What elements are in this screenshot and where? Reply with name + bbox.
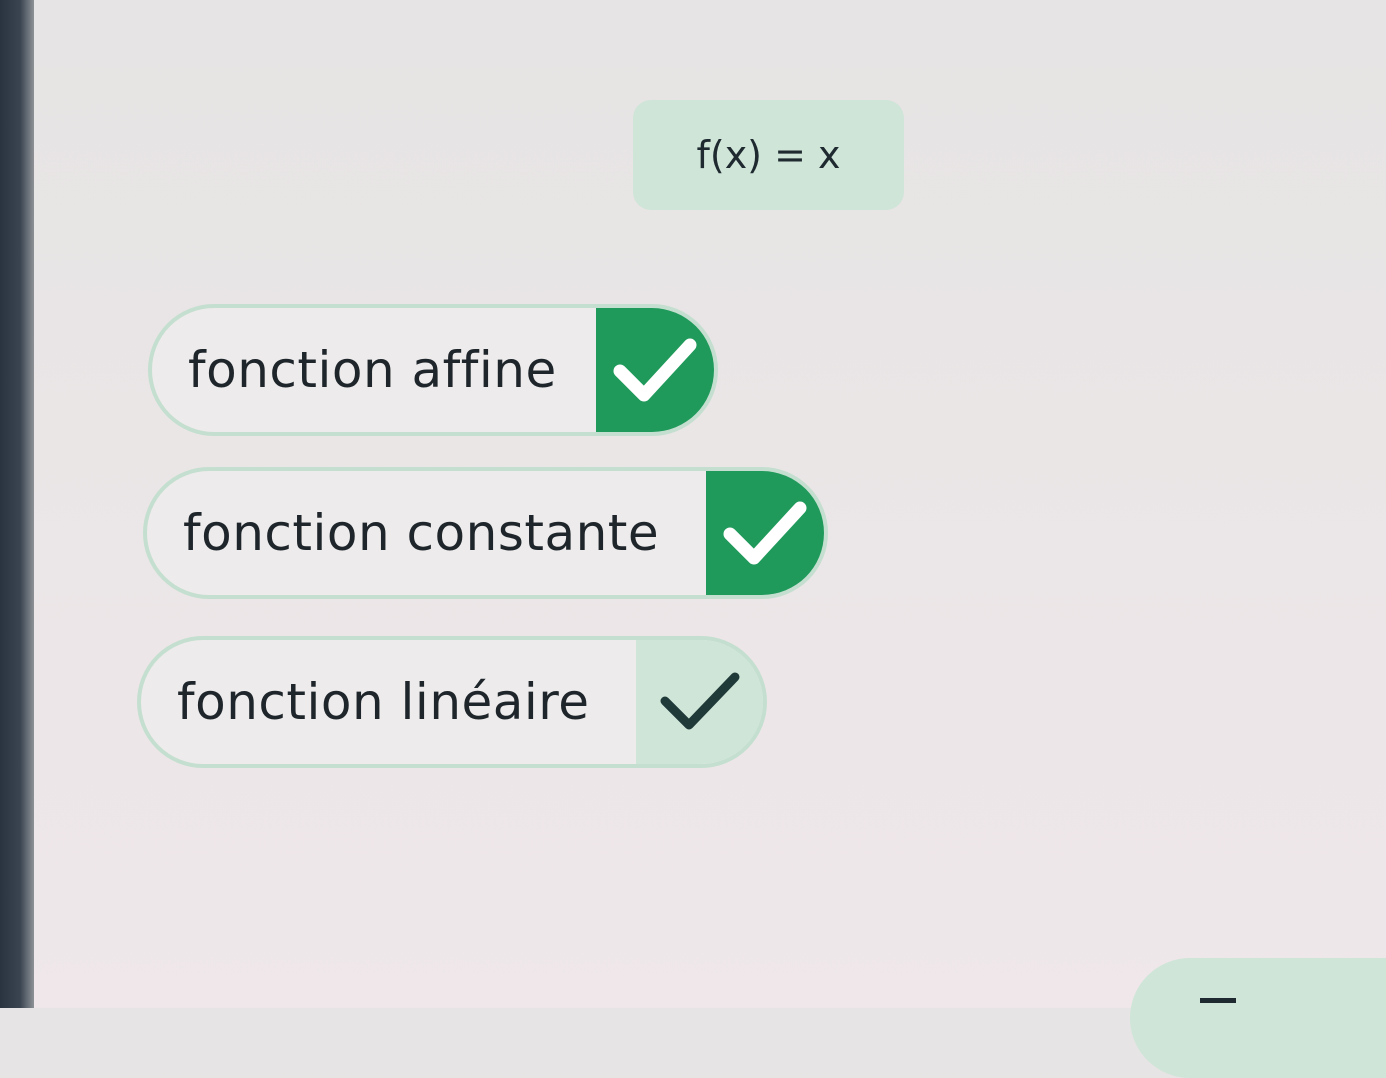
checkmark-icon <box>660 672 739 730</box>
option-label: fonction linéaire <box>177 673 590 731</box>
option-fonction-constante[interactable]: fonction constante <box>143 467 828 599</box>
function-prompt-card: f(x) = x <box>633 100 904 210</box>
checkbox-selected[interactable] <box>706 471 824 595</box>
option-fonction-affine[interactable]: fonction affine <box>148 304 718 436</box>
checkmark-icon <box>613 338 697 402</box>
screen-bezel <box>0 0 34 1008</box>
option-label: fonction constante <box>183 504 660 562</box>
continue-button[interactable] <box>1130 958 1386 1078</box>
checkbox-selected[interactable] <box>596 308 714 432</box>
option-fonction-lineaire[interactable]: fonction linéaire <box>137 636 767 768</box>
checkmark-icon <box>723 501 807 565</box>
button-glyph <box>1200 998 1236 1003</box>
option-label: fonction affine <box>188 341 557 399</box>
function-expression: f(x) = x <box>696 133 841 177</box>
checkbox-unselected[interactable] <box>636 640 763 764</box>
